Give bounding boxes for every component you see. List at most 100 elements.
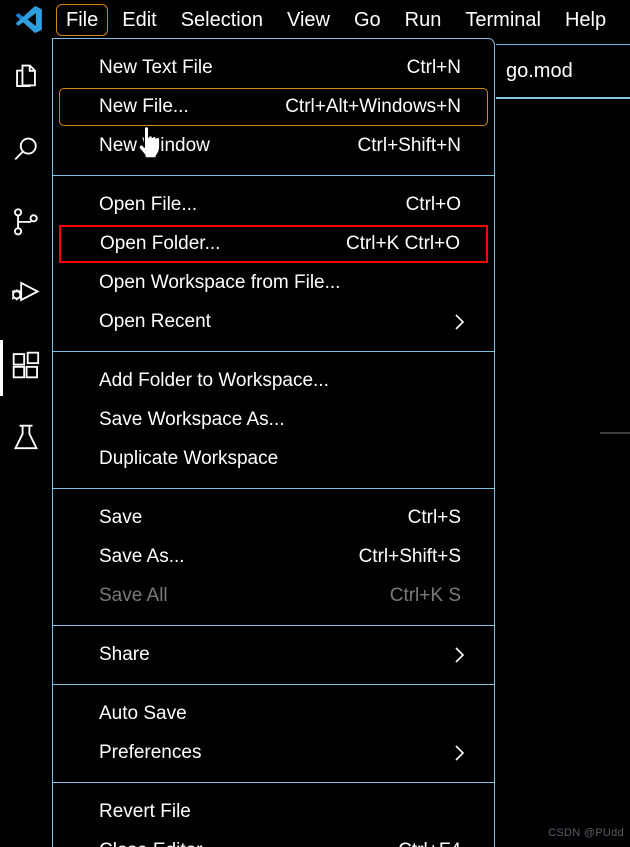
menubar-item-file-label: File	[66, 9, 99, 31]
menu-item-share-label: Share	[99, 644, 150, 665]
chevron-right-icon	[454, 744, 475, 762]
run-and-debug-icon	[9, 277, 43, 316]
menu-item-save-all-label: Save All	[99, 585, 168, 606]
menubar-item-selection-label: Selection	[180, 9, 263, 31]
menu-item-open-folder-label: Open Folder...	[100, 233, 221, 254]
chevron-right-icon	[454, 646, 475, 664]
tab-go-mod[interactable]: go.mod	[496, 60, 573, 83]
menu-item-close-editor-label: Close Editor	[99, 840, 203, 847]
tab-go-mod-label: go.mod	[506, 59, 573, 82]
menu-separator	[53, 782, 494, 783]
menu-item-open-workspace-from-file-label: Open Workspace from File...	[99, 272, 341, 293]
vscode-window: File Edit Selection View Go Run Terminal…	[0, 0, 630, 847]
files-icon	[9, 61, 43, 100]
menu-item-save-keybind: Ctrl+S	[407, 507, 461, 528]
menubar-item-file[interactable]: File	[56, 4, 109, 36]
menu-item-close-editor[interactable]: Close Editor Ctrl+F4	[59, 832, 488, 847]
editor-overview-ruler-mark	[600, 432, 630, 434]
menu-item-share[interactable]: Share	[59, 636, 488, 674]
menu-separator	[53, 488, 494, 489]
sidebar-item-run-and-debug[interactable]	[0, 260, 52, 332]
menu-item-add-folder-to-workspace[interactable]: Add Folder to Workspace...	[59, 362, 488, 400]
menu-item-save-as[interactable]: Save As... Ctrl+Shift+S	[59, 538, 488, 576]
menu-item-save-all-keybind: Ctrl+K S	[389, 585, 461, 606]
menu-item-open-file[interactable]: Open File... Ctrl+O	[59, 186, 488, 224]
active-indicator-explorer	[0, 52, 3, 108]
menu-item-open-workspace-from-file[interactable]: Open Workspace from File...	[59, 264, 488, 302]
menu-item-add-folder-to-workspace-label: Add Folder to Workspace...	[99, 370, 329, 391]
menu-item-save-workspace-as[interactable]: Save Workspace As...	[59, 401, 488, 439]
file-menu-group-new: New Text File Ctrl+N New File... Ctrl+Al…	[53, 45, 494, 169]
watermark-label: CSDN @PUdd	[548, 827, 624, 839]
menubar-item-run-label: Run	[404, 9, 442, 31]
menubar-item-terminal-label: Terminal	[465, 9, 541, 31]
menu-item-duplicate-workspace-label: Duplicate Workspace	[99, 448, 279, 469]
file-menu-group-open: Open File... Ctrl+O Open Folder... Ctrl+…	[53, 182, 494, 345]
editor-tab-strip: go.mod	[496, 44, 630, 99]
sidebar-item-testing[interactable]	[0, 404, 52, 476]
chevron-right-icon	[454, 313, 475, 331]
menubar-item-help-label: Help	[564, 9, 607, 31]
file-menu-group-save: Save Ctrl+S Save As... Ctrl+Shift+S Save…	[53, 495, 494, 619]
file-menu-dropdown: New Text File Ctrl+N New File... Ctrl+Al…	[52, 38, 495, 847]
menu-item-open-folder-keybind: Ctrl+K Ctrl+O	[345, 233, 460, 254]
menu-item-close-editor-keybind: Ctrl+F4	[398, 840, 475, 847]
file-menu-group-share: Share	[53, 632, 494, 678]
menu-item-preferences[interactable]: Preferences	[59, 734, 488, 772]
menu-item-duplicate-workspace[interactable]: Duplicate Workspace	[59, 440, 488, 478]
extensions-icon	[9, 349, 43, 388]
active-indicator-run-and-debug	[0, 268, 3, 324]
menubar-item-terminal[interactable]: Terminal	[455, 4, 551, 36]
menu-item-auto-save[interactable]: Auto Save	[59, 695, 488, 733]
menu-item-new-file[interactable]: New File... Ctrl+Alt+Windows+N	[59, 88, 488, 126]
menu-item-revert-file[interactable]: Revert File	[59, 793, 488, 831]
menu-item-new-file-keybind: Ctrl+Alt+Windows+N	[285, 96, 461, 117]
menu-item-new-window-label: New Window	[99, 135, 210, 156]
file-menu-group-close: Revert File Close Editor Ctrl+F4	[53, 789, 494, 847]
menu-item-save-as-keybind: Ctrl+Shift+S	[358, 546, 461, 567]
menubar-item-help[interactable]: Help	[555, 4, 616, 36]
menu-item-open-recent[interactable]: Open Recent	[59, 303, 488, 341]
menubar-item-selection[interactable]: Selection	[171, 4, 273, 36]
menubar-item-edit[interactable]: Edit	[112, 4, 166, 36]
menu-separator	[53, 625, 494, 626]
menu-item-open-file-label: Open File...	[99, 194, 198, 215]
menu-item-save[interactable]: Save Ctrl+S	[59, 499, 488, 537]
vscode-logo-icon	[14, 5, 44, 35]
source-control-branch-icon	[9, 205, 43, 244]
menu-item-save-as-label: Save As...	[99, 546, 185, 567]
title-bar: File Edit Selection View Go Run Terminal…	[0, 0, 630, 40]
menu-item-save-all: Save All Ctrl+K S	[59, 577, 488, 615]
sidebar-item-extensions[interactable]	[0, 332, 52, 404]
active-indicator-search	[0, 124, 3, 180]
menubar-item-view-label: View	[286, 9, 330, 31]
menu-item-preferences-label: Preferences	[99, 742, 202, 763]
search-icon	[9, 133, 43, 172]
menu-item-open-recent-label: Open Recent	[99, 311, 211, 332]
menubar-item-run[interactable]: Run	[395, 4, 452, 36]
menu-item-revert-file-label: Revert File	[99, 801, 191, 822]
menu-separator	[53, 351, 494, 352]
menu-separator	[53, 175, 494, 176]
menu-item-new-text-file-label: New Text File	[99, 57, 213, 78]
menubar-item-go-label: Go	[353, 9, 381, 31]
sidebar-item-source-control[interactable]	[0, 188, 52, 260]
active-indicator-testing	[0, 412, 3, 468]
menu-item-new-file-label: New File...	[99, 96, 189, 117]
menu-separator	[53, 684, 494, 685]
activity-bar	[0, 44, 52, 847]
menu-item-new-window[interactable]: New Window Ctrl+Shift+N	[59, 127, 488, 165]
menu-item-open-folder[interactable]: Open Folder... Ctrl+K Ctrl+O	[59, 225, 488, 263]
menu-item-open-file-keybind: Ctrl+O	[405, 194, 461, 215]
menu-item-save-label: Save	[99, 507, 143, 528]
testing-flask-icon	[9, 421, 43, 460]
sidebar-item-explorer[interactable]	[0, 44, 52, 116]
sidebar-item-search[interactable]	[0, 116, 52, 188]
menu-bar: File Edit Selection View Go Run Terminal…	[56, 0, 620, 40]
active-indicator-extensions	[0, 340, 3, 396]
menu-item-auto-save-label: Auto Save	[99, 703, 187, 724]
menu-item-save-workspace-as-label: Save Workspace As...	[99, 409, 285, 430]
menu-item-new-text-file[interactable]: New Text File Ctrl+N	[59, 49, 488, 87]
menubar-item-go[interactable]: Go	[344, 4, 391, 36]
menubar-item-view[interactable]: View	[277, 4, 340, 36]
